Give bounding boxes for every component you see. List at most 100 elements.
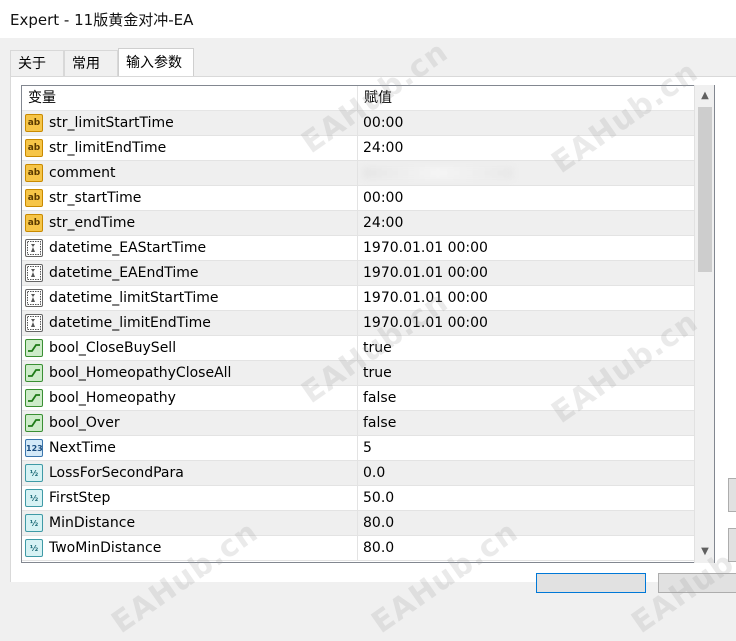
value-cell[interactable]: 24:00 bbox=[358, 136, 694, 160]
value-cell[interactable]: false bbox=[358, 411, 694, 435]
variable-name: datetime_EAStartTime bbox=[49, 240, 207, 256]
parameter-value: true bbox=[363, 340, 392, 356]
parameter-value: 1970.01.01 00:00 bbox=[363, 265, 488, 281]
variable-name: str_startTime bbox=[49, 190, 142, 206]
value-cell[interactable]: true bbox=[358, 361, 694, 385]
value-cell[interactable] bbox=[358, 161, 694, 185]
variable-name: str_endTime bbox=[49, 215, 136, 231]
tab-input-parameters[interactable]: 输入参数 bbox=[118, 48, 194, 78]
variable-name: MinDistance bbox=[49, 515, 136, 531]
title-bar: Expert - 11版黄金对冲-EA bbox=[0, 0, 736, 38]
value-cell[interactable]: 1970.01.01 00:00 bbox=[358, 286, 694, 310]
parameter-row[interactable]: bool_Over false bbox=[22, 411, 694, 436]
value-cell[interactable]: false bbox=[358, 386, 694, 410]
parameter-row[interactable]: ab str_endTime 24:00 bbox=[22, 211, 694, 236]
parameter-row[interactable]: ½ LossForSecondPara 0.0 bbox=[22, 461, 694, 486]
parameter-row[interactable]: datetime_limitStartTime 1970.01.01 00:00 bbox=[22, 286, 694, 311]
variable-cell: ½ FirstStep bbox=[22, 486, 358, 510]
variable-name: str_limitStartTime bbox=[49, 115, 174, 131]
value-cell[interactable]: 1970.01.01 00:00 bbox=[358, 311, 694, 335]
tab-common[interactable]: 常用 bbox=[64, 50, 118, 76]
variable-name: LossForSecondPara bbox=[49, 465, 184, 481]
variable-cell: bool_HomeopathyCloseAll bbox=[22, 361, 358, 385]
variable-cell: ½ LossForSecondPara bbox=[22, 461, 358, 485]
value-cell[interactable]: 0.0 bbox=[358, 461, 694, 485]
value-cell[interactable]: true bbox=[358, 336, 694, 360]
value-cell[interactable]: 80.0 bbox=[358, 511, 694, 535]
parameter-row[interactable]: ½ FirstStep 50.0 bbox=[22, 486, 694, 511]
parameter-value: false bbox=[363, 390, 397, 406]
parameter-value: 1970.01.01 00:00 bbox=[363, 315, 488, 331]
value-cell[interactable]: 1970.01.01 00:00 bbox=[358, 261, 694, 285]
variable-cell: bool_CloseBuySell bbox=[22, 336, 358, 360]
scroll-down-icon[interactable]: ▼ bbox=[695, 542, 715, 562]
variable-name: str_limitEndTime bbox=[49, 140, 167, 156]
parameter-row[interactable]: ½ MinDistance 80.0 bbox=[22, 511, 694, 536]
parameter-row[interactable]: 123 NextTime 5 bbox=[22, 436, 694, 461]
parameter-row[interactable]: bool_HomeopathyCloseAll true bbox=[22, 361, 694, 386]
variable-cell: bool_Homeopathy bbox=[22, 386, 358, 410]
parameter-value: 80.0 bbox=[363, 515, 395, 531]
parameter-row[interactable]: datetime_EAStartTime 1970.01.01 00:00 bbox=[22, 236, 694, 261]
parameters-list: 变量 赋值 ab str_limitStartTime 00:00 ab str_lim… bbox=[21, 85, 715, 563]
variable-name: datetime_limitStartTime bbox=[49, 290, 219, 306]
parameter-value: 24:00 bbox=[363, 215, 404, 231]
parameter-row[interactable]: datetime_EAEndTime 1970.01.01 00:00 bbox=[22, 261, 694, 286]
cancel-button[interactable] bbox=[658, 573, 736, 593]
bool-type-icon bbox=[25, 389, 43, 407]
variable-name: datetime_EAEndTime bbox=[49, 265, 199, 281]
scroll-up-icon[interactable]: ▲ bbox=[695, 86, 715, 106]
parameter-value: 24:00 bbox=[363, 140, 404, 156]
bool-type-icon bbox=[25, 364, 43, 382]
variable-cell: ½ MinDistance bbox=[22, 511, 358, 535]
value-cell[interactable]: 80.0 bbox=[358, 536, 694, 560]
value-cell[interactable]: 00:00 bbox=[358, 111, 694, 135]
parameter-row[interactable]: ab str_startTime 00:00 bbox=[22, 186, 694, 211]
value-cell[interactable]: 1970.01.01 00:00 bbox=[358, 236, 694, 260]
parameter-row[interactable]: datetime_limitEndTime 1970.01.01 00:00 bbox=[22, 311, 694, 336]
variable-name: TwoMinDistance bbox=[49, 540, 162, 556]
double-type-icon: ½ bbox=[25, 514, 43, 532]
variable-name: bool_Over bbox=[49, 415, 120, 431]
tab-about[interactable]: 关于 bbox=[10, 50, 64, 76]
string-type-icon: ab bbox=[25, 214, 43, 232]
parameter-row[interactable]: bool_CloseBuySell true bbox=[22, 336, 694, 361]
column-header-variable[interactable]: 变量 bbox=[22, 86, 358, 110]
parameter-value: 1970.01.01 00:00 bbox=[363, 240, 488, 256]
variable-cell: ab comment bbox=[22, 161, 358, 185]
variable-cell: datetime_EAEndTime bbox=[22, 261, 358, 285]
parameter-row[interactable]: ab str_limitEndTime 24:00 bbox=[22, 136, 694, 161]
parameter-value: true bbox=[363, 365, 392, 381]
value-cell[interactable]: 5 bbox=[358, 436, 694, 460]
integer-type-icon: 123 bbox=[25, 439, 43, 457]
parameter-value: 00:00 bbox=[363, 190, 404, 206]
variable-cell: ½ TwoMinDistance bbox=[22, 536, 358, 560]
variable-cell: ab str_limitStartTime bbox=[22, 111, 358, 135]
variable-cell: ab str_startTime bbox=[22, 186, 358, 210]
load-button[interactable] bbox=[728, 478, 736, 512]
double-type-icon: ½ bbox=[25, 489, 43, 507]
parameter-row[interactable]: bool_Homeopathy false bbox=[22, 386, 694, 411]
variable-cell: 123 NextTime bbox=[22, 436, 358, 460]
vertical-scrollbar[interactable]: ▲ ▼ bbox=[694, 85, 714, 563]
bool-type-icon bbox=[25, 339, 43, 357]
string-type-icon: ab bbox=[25, 189, 43, 207]
variable-name: comment bbox=[49, 165, 116, 181]
scrollbar-thumb[interactable] bbox=[698, 107, 712, 272]
variable-name: FirstStep bbox=[49, 490, 111, 506]
value-cell[interactable]: 00:00 bbox=[358, 186, 694, 210]
parameter-value: false bbox=[363, 415, 397, 431]
save-button[interactable] bbox=[728, 528, 736, 562]
parameter-row[interactable]: ab comment bbox=[22, 161, 694, 186]
parameter-value bbox=[363, 167, 513, 179]
parameter-row[interactable]: ab str_limitStartTime 00:00 bbox=[22, 111, 694, 136]
parameter-value: 1970.01.01 00:00 bbox=[363, 290, 488, 306]
ok-button[interactable] bbox=[536, 573, 646, 593]
column-header-value[interactable]: 赋值 bbox=[358, 86, 694, 110]
value-cell[interactable]: 50.0 bbox=[358, 486, 694, 510]
value-cell[interactable]: 24:00 bbox=[358, 211, 694, 235]
double-type-icon: ½ bbox=[25, 539, 43, 557]
parameter-row[interactable]: ½ TwoMinDistance 80.0 bbox=[22, 536, 694, 561]
parameter-value: 00:00 bbox=[363, 115, 404, 131]
list-header: 变量 赋值 bbox=[22, 86, 694, 111]
